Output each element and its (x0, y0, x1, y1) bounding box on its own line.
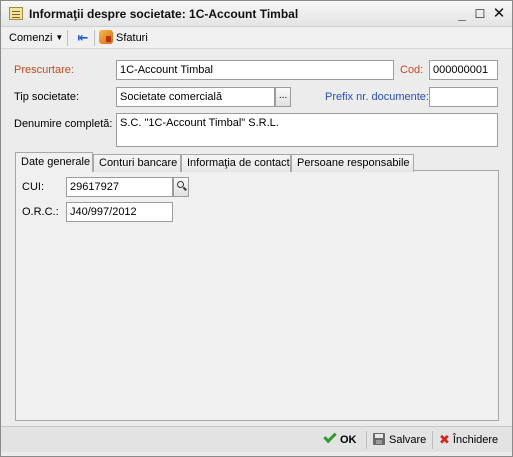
prescurtare-input[interactable]: 1C-Account Timbal (116, 60, 394, 80)
footer-divider (366, 431, 367, 449)
footer-bar: OK Salvare ✖ Închidere (1, 426, 512, 452)
tab-persoane-responsabile[interactable]: Persoane responsabile (291, 154, 414, 172)
tip-societate-input[interactable]: Societate comercială (116, 87, 275, 107)
cui-label: CUI: (22, 181, 44, 193)
company-info-window: Informaţii despre societate: 1C-Account … (0, 0, 513, 457)
close-x-icon: ✖ (439, 432, 450, 447)
cod-input[interactable]: 000000001 (429, 60, 498, 80)
sfaturi-label: Sfaturi (116, 32, 148, 44)
checkmark-icon (323, 429, 337, 444)
tab-informatia-de-contact[interactable]: Informaţia de contact (181, 154, 291, 172)
ok-button[interactable]: OK (323, 429, 357, 448)
cui-search-button[interactable] (173, 177, 189, 197)
denumire-completa-label: Denumire completă: (14, 118, 113, 130)
tab-panel-date-generale: CUI: 29617927 O.R.C.: J40/997/2012 (15, 170, 499, 421)
floppy-disk-icon (373, 433, 385, 445)
footer-divider (432, 431, 433, 449)
save-button[interactable]: Salvare (373, 432, 426, 448)
close-label: Închidere (452, 434, 499, 446)
ok-label: OK (340, 434, 357, 446)
comenzi-menu-button[interactable]: Comenzi ▼ (9, 30, 63, 46)
close-button[interactable]: ✖ Închidere (439, 432, 498, 448)
toolbar: Comenzi ▼ ⇤ Sfaturi (1, 27, 512, 49)
tips-icon (99, 30, 113, 44)
minimize-button[interactable]: _ (453, 5, 471, 23)
toolbar-divider (67, 30, 68, 46)
save-label: Salvare (389, 434, 427, 446)
chevron-down-icon: ▼ (55, 33, 64, 42)
cod-label: Cod: (400, 64, 424, 76)
comenzi-label: Comenzi (9, 32, 53, 44)
maximize-button[interactable]: ☐ (471, 5, 489, 23)
tip-societate-label: Tip societate: (14, 91, 80, 103)
prefix-documente-label[interactable]: Prefix nr. documente: (325, 89, 429, 105)
tab-conturi-bancare[interactable]: Conturi bancare (93, 154, 181, 172)
window-title: Informaţii despre societate: 1C-Account … (29, 7, 299, 21)
go-back-icon[interactable]: ⇤ (75, 30, 91, 46)
tab-date-generale[interactable]: Date generale (15, 152, 93, 172)
document-icon (9, 7, 23, 20)
orc-input[interactable]: J40/997/2012 (66, 202, 173, 222)
prefix-documente-input[interactable] (429, 87, 498, 107)
denumire-completa-textarea[interactable]: S.C. "1C-Account Timbal" S.R.L. (116, 113, 498, 147)
cui-input[interactable]: 29617927 (66, 177, 173, 197)
select-tip-button[interactable]: ... (275, 87, 291, 107)
sfaturi-button[interactable]: Sfaturi (99, 30, 148, 46)
title-bar: Informaţii despre societate: 1C-Account … (1, 1, 512, 27)
search-icon (176, 181, 184, 188)
toolbar-divider (94, 30, 95, 46)
prescurtare-label: Prescurtare: (14, 64, 74, 76)
close-window-button[interactable]: ✕ (490, 5, 508, 23)
orc-label: O.R.C.: (22, 206, 59, 218)
